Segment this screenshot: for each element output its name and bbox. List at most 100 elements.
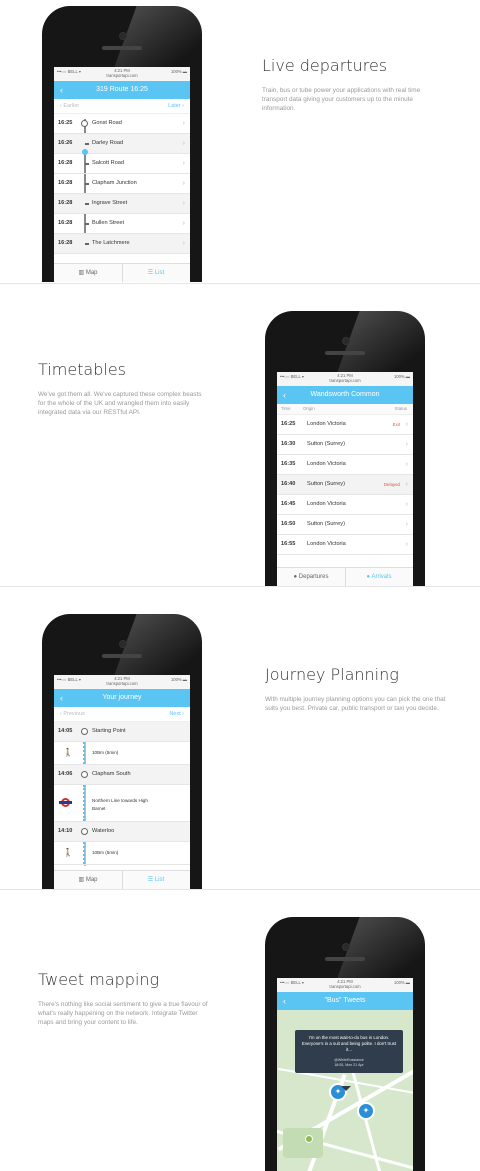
stop-tick-icon xyxy=(85,143,89,145)
journey-leg: Northern Line towards High Barnet xyxy=(54,785,190,822)
list-icon: ☰ xyxy=(147,270,155,276)
timetable-row[interactable]: 16:40 Sutton (Surrey) Delayed › xyxy=(277,475,413,495)
stop-tick-icon xyxy=(85,243,89,245)
site-label: transportapi.com xyxy=(106,681,138,686)
chevron-right-icon: › xyxy=(182,120,185,127)
stop-row[interactable]: 16:25 Gonst Road › xyxy=(54,114,190,134)
stop-node-icon xyxy=(81,120,88,127)
stop-row[interactable]: 16:28 Clapham Junction › xyxy=(54,174,190,194)
chevron-right-icon: › xyxy=(182,140,185,147)
walking-icon: 🚶 xyxy=(63,748,73,757)
back-arrow-icon[interactable]: ‹ xyxy=(60,81,63,99)
section-description: There's nothing like social sentiment to… xyxy=(38,1001,208,1026)
tab-map[interactable]: ▥ Map xyxy=(54,264,122,282)
camera-icon xyxy=(119,32,127,40)
tab-bar: ▥ Map ☰ List xyxy=(54,263,190,282)
stop-list: 16:25 Gonst Road › 16:26 Darley Road › 16:28… xyxy=(54,114,190,254)
back-arrow-icon[interactable]: ‹ xyxy=(283,386,286,404)
tab-arrivals[interactable]: ● Arrivals xyxy=(345,568,413,586)
chevron-right-icon: › xyxy=(405,481,408,488)
status-badge: Exit xyxy=(392,422,400,427)
battery-label: 100% ▬ xyxy=(170,677,187,682)
next-button[interactable]: Next › xyxy=(169,707,184,721)
status-bar: •••○○ BELL ▾ 4:21 PM transportapi.com 100… xyxy=(277,978,413,992)
chevron-right-icon: › xyxy=(182,180,185,187)
phone-screen: •••○○ BELL ▾ 4:21 PM transportapi.com 100… xyxy=(54,675,190,889)
walking-icon: 🚶 xyxy=(63,848,73,857)
camera-icon xyxy=(342,337,350,345)
tab-list[interactable]: ☰ List xyxy=(122,871,190,889)
stop-row[interactable]: 16:26 Darley Road › xyxy=(54,134,190,155)
chevron-right-icon: › xyxy=(405,541,408,548)
stop-tick-icon xyxy=(85,223,89,225)
dotted-path-icon xyxy=(83,842,87,864)
battery-label: 100% ▬ xyxy=(393,374,410,379)
tweet-popup[interactable]: I'm on the most wait-to-do bus in London… xyxy=(295,1030,403,1073)
status-badge: Delayed xyxy=(383,482,400,487)
speaker-icon xyxy=(325,351,365,355)
tab-list[interactable]: ☰ List xyxy=(122,264,190,282)
phone-screen: •••○○ BELL ▾ 4:21 PM transportapi.com 100… xyxy=(277,978,413,1171)
chevron-right-icon: › xyxy=(405,461,408,468)
phone-mockup: •••○○ BELL ▾ 4:21 PM transportapi.com 100… xyxy=(42,6,202,282)
journey-stop[interactable]: 14:06 Clapham South xyxy=(54,765,190,785)
nav-bar: ‹ Your journey xyxy=(54,689,190,707)
list-icon: ☰ xyxy=(147,877,155,883)
timetable-row[interactable]: 16:25 London Victoria Exit › xyxy=(277,415,413,435)
later-button[interactable]: Later › xyxy=(168,99,184,113)
stop-node-icon xyxy=(81,728,88,735)
back-arrow-icon[interactable]: ‹ xyxy=(283,992,286,1010)
journey-stop[interactable]: 14:10 Waterloo xyxy=(54,822,190,842)
chevron-right-icon: › xyxy=(182,240,185,247)
journey-leg: 🚶 10Bm (5min) xyxy=(54,842,190,865)
dotted-path-icon xyxy=(83,742,87,764)
tab-bar: ▥ Map ☰ List xyxy=(54,870,190,889)
timetable-row[interactable]: 16:30 Sutton (Surrey) › xyxy=(277,435,413,455)
stop-row[interactable]: 16:28 Salcott Road › xyxy=(54,154,190,174)
stop-row[interactable]: 16:28 The Latchmere › xyxy=(54,234,190,254)
section-heading: Timetables xyxy=(38,360,127,379)
battery-label: 100% ▬ xyxy=(393,980,410,985)
tab-departures[interactable]: ● Departures xyxy=(277,568,345,586)
twitter-pin-icon[interactable]: ✦ xyxy=(357,1102,375,1120)
journey-stop[interactable]: 14:05 Starting Point xyxy=(54,722,190,742)
phone-mockup: •••○○ BELL ▾ 4:21 PM transportapi.com 100… xyxy=(265,917,425,1171)
battery-label: 100% ▬ xyxy=(170,69,187,74)
timetable-row[interactable]: 16:35 London Victoria › xyxy=(277,455,413,475)
section-heading: Journey Planning xyxy=(265,665,399,684)
chevron-right-icon: › xyxy=(405,521,408,528)
map-park xyxy=(283,1128,323,1158)
map-icon: ▥ xyxy=(78,877,86,883)
chevron-right-icon: › xyxy=(405,421,408,428)
previous-button[interactable]: ‹ Previous xyxy=(60,707,85,721)
site-label: transportapi.com xyxy=(329,378,361,383)
chevron-right-icon: › xyxy=(182,160,185,167)
camera-icon xyxy=(342,943,350,951)
speaker-icon xyxy=(325,957,365,961)
phone-screen: •••○○ BELL ▾ 4:21 PM transportapi.com 100… xyxy=(277,372,413,586)
timetable-row[interactable]: 16:50 Sutton (Surrey) › xyxy=(277,515,413,535)
timetable-row[interactable]: 16:55 London Victoria › xyxy=(277,535,413,555)
nav-bar: ‹ Wandsworth Common xyxy=(277,386,413,404)
tweet-date: 18:05, Mon 21 Apr xyxy=(334,1063,364,1067)
sub-nav: ‹ Previous Next › xyxy=(54,707,190,722)
status-bar: •••○○ BELL ▾ 4:21 PM transportapi.com 100… xyxy=(54,675,190,689)
map-icon: ▥ xyxy=(78,270,86,276)
section-description: Train, bus or tube power your applicatio… xyxy=(262,87,421,112)
column-header: Time Origin Status xyxy=(277,404,413,415)
underground-bar xyxy=(59,801,72,804)
back-arrow-icon[interactable]: ‹ xyxy=(60,689,63,707)
nav-title: 319 Route 16:25 xyxy=(96,86,148,93)
stop-row[interactable]: 16:28 Ingrave Street › xyxy=(54,194,190,214)
timetable-row[interactable]: 16:45 London Victoria › xyxy=(277,495,413,515)
section-description: With multiple journey planning options y… xyxy=(265,696,446,712)
tab-map[interactable]: ▥ Map xyxy=(54,871,122,889)
phone-mockup: •••○○ BELL ▾ 4:21 PM transportapi.com 100… xyxy=(265,311,425,586)
location-marker-icon xyxy=(305,1135,313,1143)
journey-steps: 14:05 Starting Point 🚶 10Bm (5min) 14:06 Cl… xyxy=(54,722,190,866)
dotted-path-icon xyxy=(83,785,87,821)
stop-row[interactable]: 16:28 Bullen Street › xyxy=(54,214,190,234)
speaker-icon xyxy=(102,46,142,50)
earlier-button[interactable]: ‹ Earlier xyxy=(60,99,79,113)
chevron-right-icon: › xyxy=(182,200,185,207)
